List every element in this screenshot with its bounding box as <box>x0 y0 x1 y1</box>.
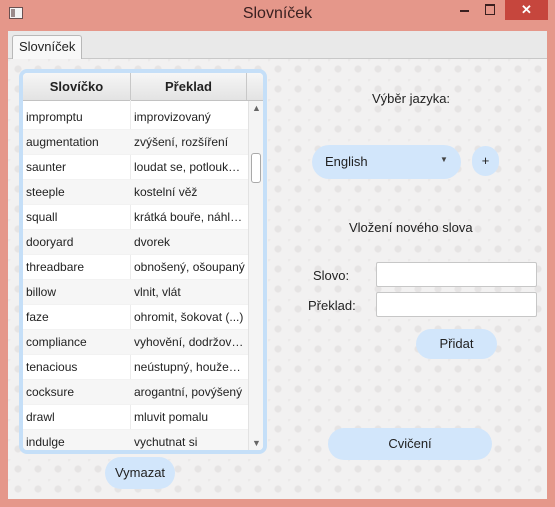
cell-word: indulge <box>26 435 65 449</box>
cell-word: saunter <box>26 160 67 174</box>
cell-translation: improvizovaný <box>134 110 211 124</box>
cell-word: tenacious <box>26 360 78 374</box>
table-row[interactable]: impromptu improvizovaný <box>23 105 248 130</box>
practice-button[interactable]: Cvičení <box>328 428 492 460</box>
cell-translation: vyhovění, dodržování <box>134 335 246 349</box>
table-row[interactable]: cocksure arogantní, povýšený <box>23 380 248 405</box>
cell-translation: neústupný, houževnatý <box>134 360 246 374</box>
table-row[interactable]: squall krátká bouře, náhlý příval <box>23 205 248 230</box>
close-icon[interactable]: ✕ <box>505 0 548 20</box>
add-word-button[interactable]: Přidat <box>416 329 497 359</box>
title-bar[interactable]: Slovníček ✕ <box>0 0 555 30</box>
table-row[interactable]: compliance vyhovění, dodržování <box>23 330 248 355</box>
cell-word: cocksure <box>26 385 75 399</box>
word-label: Slovo: <box>313 268 350 283</box>
cell-word: augmentation <box>26 135 99 149</box>
cell-translation: arogantní, povýšený <box>134 385 243 399</box>
cell-translation: mluvit pomalu <box>134 410 209 424</box>
table-row[interactable]: augmentation zvýšení, rozšíření <box>23 130 248 155</box>
cell-word: impromptu <box>26 110 83 124</box>
vocabulary-table: Slovíčko Překlad impromptu improvizovaný … <box>19 69 267 454</box>
minimize-icon[interactable] <box>455 0 475 20</box>
cell-word: billow <box>26 285 57 299</box>
cell-translation: ohromit, šokovat (...) <box>134 310 244 324</box>
translation-input[interactable] <box>376 292 537 317</box>
chevron-down-icon: ▼ <box>440 155 448 164</box>
cell-translation: kostelní věž <box>134 185 198 199</box>
scroll-thumb[interactable] <box>251 153 261 183</box>
translation-label: Překlad: <box>308 298 356 313</box>
table-row[interactable]: dooryard dvorek <box>23 230 248 255</box>
table-body: impromptu improvizovaný augmentation zvýše… <box>23 105 248 450</box>
table-row[interactable]: steeple kostelní věž <box>23 180 248 205</box>
cell-word: drawl <box>26 410 55 424</box>
cell-word: squall <box>26 210 58 224</box>
scroll-down-icon[interactable]: ▼ <box>249 436 263 450</box>
word-input[interactable] <box>376 262 537 287</box>
table-scrollbar[interactable]: ▲ ▼ <box>248 101 263 450</box>
tab-strip: Slovníček <box>8 31 547 59</box>
language-selected-value: English <box>325 154 368 169</box>
table-row[interactable]: faze ohromit, šokovat (...) <box>23 305 248 330</box>
cell-translation: zvýšení, rozšíření <box>134 135 229 149</box>
cell-word: threadbare <box>26 260 85 274</box>
tab-slovnicek[interactable]: Slovníček <box>12 35 83 59</box>
cell-word: dooryard <box>26 235 74 249</box>
delete-button[interactable]: Vymazat <box>105 457 175 489</box>
cell-translation: krátká bouře, náhlý příval <box>134 210 246 224</box>
cell-word: compliance <box>26 335 87 349</box>
table-row[interactable]: billow vlnit, vlát <box>23 280 248 305</box>
column-header-translation[interactable]: Překlad <box>131 73 247 100</box>
table-row[interactable]: drawl mluvit pomalu <box>23 405 248 430</box>
scroll-up-icon[interactable]: ▲ <box>249 101 263 115</box>
cell-translation: dvorek <box>134 235 171 249</box>
cell-word: steeple <box>26 185 65 199</box>
table-row[interactable]: threadbare obnošený, ošoupaný <box>23 255 248 280</box>
language-heading: Výběr jazyka: <box>372 91 451 106</box>
cell-word: faze <box>26 310 49 324</box>
app-window: Slovníček ✕ Slovníček Slovíčko Překlad i… <box>0 0 555 507</box>
maximize-icon[interactable] <box>480 0 500 20</box>
cell-translation: vychutnat si <box>134 435 198 449</box>
cell-translation: loudat se, potloukat se <box>134 160 246 174</box>
column-header-word[interactable]: Slovíčko <box>23 73 131 100</box>
table-row[interactable]: indulge vychutnat si <box>23 430 248 450</box>
table-row[interactable]: saunter loudat se, potloukat se <box>23 155 248 180</box>
language-select[interactable]: English ▼ <box>312 145 461 179</box>
new-word-heading: Vložení nového slova <box>349 220 473 235</box>
add-language-button[interactable]: + <box>472 146 499 176</box>
table-row[interactable]: tenacious neústupný, houževnatý <box>23 355 248 380</box>
cell-translation: vlnit, vlát <box>134 285 181 299</box>
cell-translation: obnošený, ošoupaný <box>134 260 245 274</box>
table-header: Slovíčko Překlad <box>23 73 263 101</box>
main-content: Slovníček Slovíčko Překlad impromptu impr… <box>8 31 547 499</box>
